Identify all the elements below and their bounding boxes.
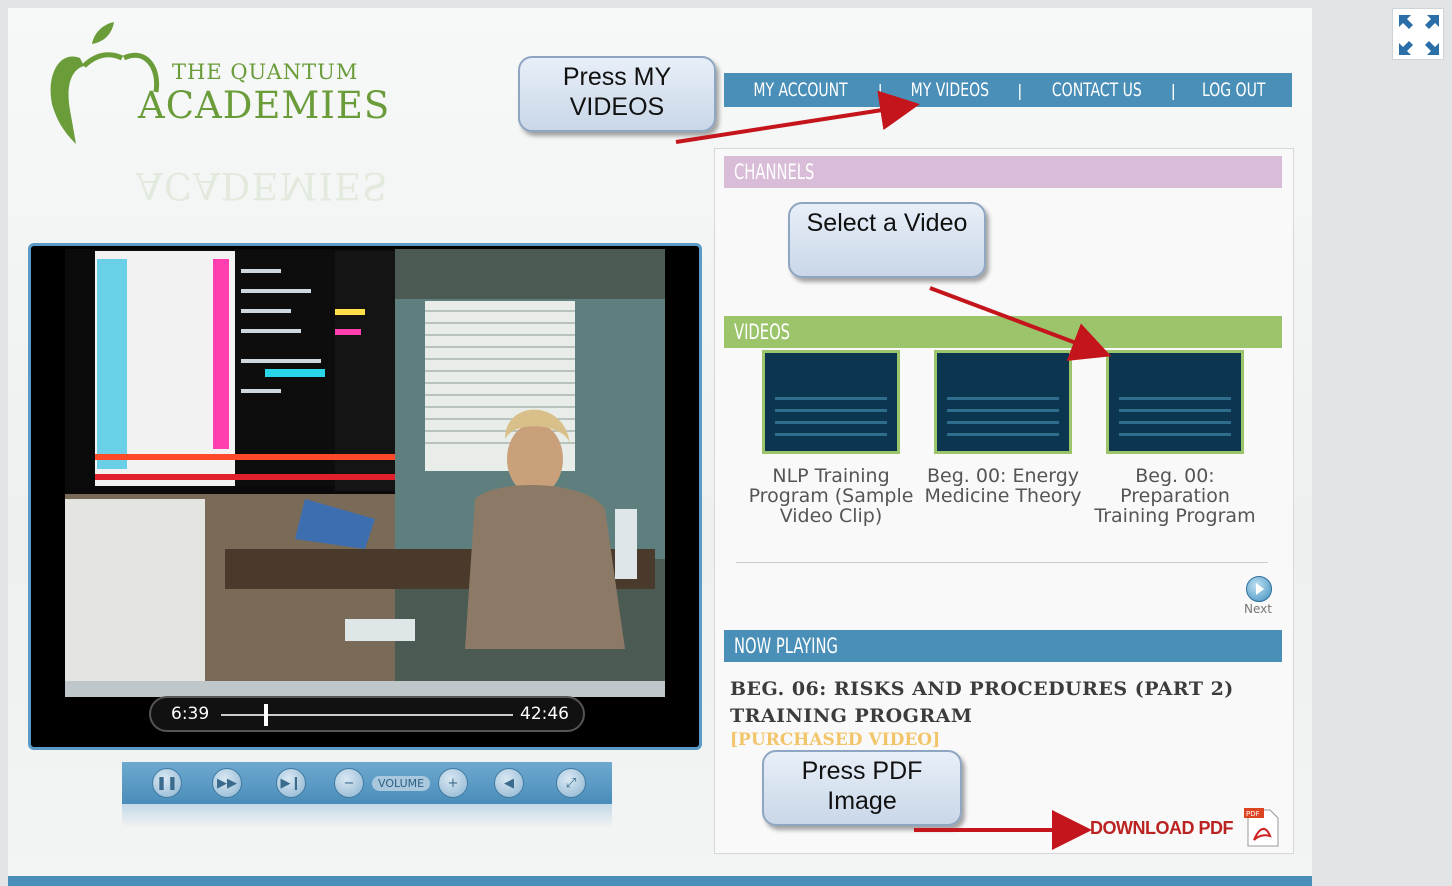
divider — [736, 562, 1268, 563]
video-title-2[interactable]: Beg. 00: Energy Medicine Theory — [918, 466, 1088, 506]
video-title-1[interactable]: NLP Training Program (Sample Video Clip) — [746, 466, 916, 526]
video-thumbnail-1[interactable] — [762, 350, 900, 454]
plus-icon: + — [447, 775, 459, 791]
skip-next-icon: ▶❙ — [280, 775, 302, 791]
purchased-status: [PURCHASED VIDEO] — [730, 730, 941, 750]
nav-separator: | — [877, 80, 883, 100]
pdf-icon[interactable]: PDF — [1244, 806, 1282, 848]
controls-reflection — [122, 804, 612, 828]
nav-my-account[interactable]: MY ACCOUNT — [754, 79, 848, 101]
fullscreen-icon: ⤢ — [565, 775, 577, 791]
video-title-3[interactable]: Beg. 00: Preparation Training Program — [1090, 466, 1260, 526]
callout-pdf: Press PDF Image — [762, 750, 962, 826]
videos-header: VIDEOS — [724, 316, 1282, 348]
next-label[interactable]: Next — [1244, 602, 1272, 616]
logo-text-line2: ACADEMIES — [138, 84, 391, 127]
fast-forward-button[interactable]: ▶▶ — [212, 768, 242, 798]
now-playing-title: BEG. 06: RISKS AND PROCEDURES (PART 2) T… — [730, 678, 1234, 727]
nav-contact-us[interactable]: CONTACT US — [1052, 79, 1142, 101]
nav-separator: | — [1170, 80, 1177, 100]
nav-separator: | — [1017, 80, 1023, 100]
next-button[interactable] — [1246, 576, 1272, 602]
minus-icon: − — [343, 775, 355, 791]
video-thumbnail-2[interactable] — [934, 350, 1072, 454]
video-frame[interactable] — [65, 249, 665, 697]
channels-header: CHANNELS — [724, 156, 1282, 188]
video-scene-image — [65, 249, 665, 697]
progress-knob[interactable] — [264, 704, 269, 726]
logo-reflection: ACADEMIES — [136, 164, 389, 207]
callout-my-videos: Press MY VIDEOS — [518, 56, 716, 132]
volume-label: VOLUME — [372, 776, 431, 791]
nav-log-out[interactable]: LOG OUT — [1202, 79, 1265, 101]
volume-up-button[interactable]: + — [438, 768, 468, 798]
video-player[interactable]: 6:39 42:46 — [28, 243, 702, 750]
current-time: 6:39 — [171, 704, 210, 724]
fast-forward-icon: ▶▶ — [217, 775, 237, 791]
callout-select-video: Select a Video — [788, 202, 986, 278]
bottom-bar — [8, 876, 1312, 886]
pause-button[interactable]: ❚❚ — [152, 768, 182, 798]
fullscreen-button[interactable]: ⤢ — [556, 768, 586, 798]
top-nav-bar: MY ACCOUNT | MY VIDEOS | CONTACT US | LO… — [724, 73, 1292, 107]
nav-my-videos[interactable]: MY VIDEOS — [911, 79, 989, 101]
expand-arrows-icon — [1399, 15, 1439, 55]
mute-button[interactable]: ◀ — [494, 768, 524, 798]
expand-fullscreen-button[interactable] — [1392, 8, 1444, 60]
player-controls-bar: ❚❚ ▶▶ ▶❙ − VOLUME + ◀ ⤢ — [122, 762, 612, 804]
download-pdf-link[interactable]: DOWNLOAD PDF — [1090, 818, 1233, 839]
video-thumbnail-3[interactable] — [1106, 350, 1244, 454]
next-arrow-icon — [1256, 583, 1264, 595]
speaker-icon: ◀ — [504, 775, 514, 791]
video-progress-scrubber[interactable]: 6:39 42:46 — [149, 696, 585, 732]
logo-text-line1: THE QUANTUM — [172, 60, 359, 84]
pause-icon: ❚❚ — [156, 775, 178, 791]
total-time: 42:46 — [520, 704, 569, 724]
skip-next-button[interactable]: ▶❙ — [276, 768, 306, 798]
now-playing-header: NOW PLAYING — [724, 630, 1282, 662]
quantum-academies-logo[interactable]: THE QUANTUM ACADEMIES ACADEMIES — [40, 14, 400, 234]
volume-down-button[interactable]: − — [334, 768, 364, 798]
pdf-icon-label: PDF — [1246, 810, 1260, 818]
